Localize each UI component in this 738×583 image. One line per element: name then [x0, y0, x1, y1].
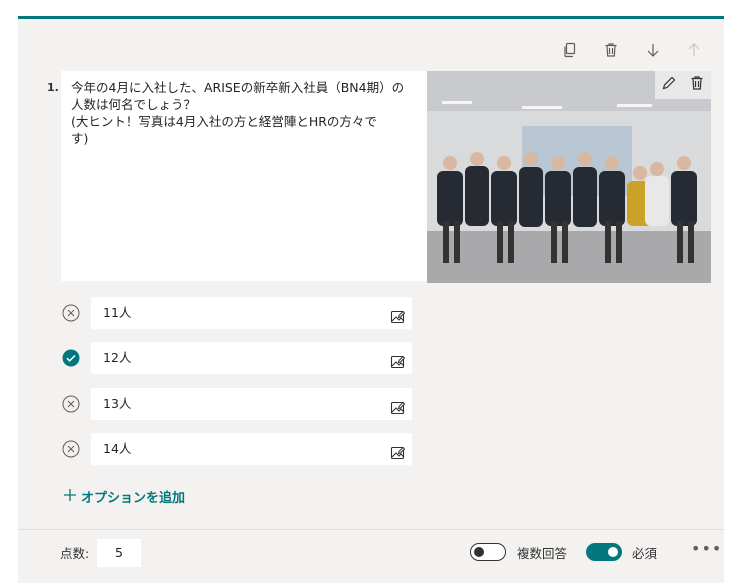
- required-label: 必須: [632, 546, 658, 561]
- check-icon[interactable]: [62, 349, 80, 367]
- edit-icon[interactable]: [661, 75, 677, 95]
- plus-icon: [63, 488, 77, 506]
- option-row: 12人: [58, 342, 418, 374]
- question-image: [427, 71, 711, 283]
- add-option-button[interactable]: オプションを追加: [63, 487, 185, 506]
- option-label: 11人: [103, 305, 132, 320]
- required-toggle[interactable]: [586, 543, 622, 561]
- toggle-knob: [608, 547, 618, 557]
- copy-icon[interactable]: [559, 39, 581, 61]
- remove-icon[interactable]: [62, 395, 80, 413]
- option-label: 12人: [103, 350, 132, 365]
- option-row: 13人: [58, 388, 418, 420]
- delete-icon[interactable]: [600, 39, 622, 61]
- question-text-field[interactable]: 今年の4月に入社した、ARISEの新卒新入社員（BN4期）の 人数は何名でしょう…: [61, 71, 427, 281]
- image-tools: [655, 71, 711, 99]
- image-icon[interactable]: [390, 350, 406, 369]
- option-field[interactable]: 14人: [91, 433, 412, 465]
- more-options-icon[interactable]: •••: [691, 539, 722, 558]
- image-icon[interactable]: [390, 396, 406, 415]
- option-label: 13人: [103, 396, 132, 411]
- option-row: 11人: [58, 297, 418, 329]
- group-photo: [427, 71, 711, 283]
- remove-icon[interactable]: [62, 440, 80, 458]
- points-label: 点数:: [60, 546, 90, 561]
- image-delete-icon[interactable]: [689, 75, 705, 95]
- question-card: 1. 今年の4月に入社した、ARISEの新卒新入社員（BN4期）の 人数は何名で…: [18, 16, 724, 583]
- option-row: 14人: [58, 433, 418, 465]
- option-label: 14人: [103, 441, 132, 456]
- option-field[interactable]: 13人: [91, 388, 412, 420]
- move-down-icon[interactable]: [642, 39, 664, 61]
- move-up-icon: [683, 39, 705, 61]
- option-field[interactable]: 12人: [91, 342, 412, 374]
- multiple-answers-label: 複数回答: [517, 546, 568, 561]
- points-input[interactable]: 5: [97, 539, 141, 567]
- image-icon[interactable]: [390, 305, 406, 324]
- remove-icon[interactable]: [62, 304, 80, 322]
- question-number: 1.: [47, 81, 59, 94]
- add-option-label: オプションを追加: [81, 491, 186, 506]
- toggle-knob: [474, 547, 484, 557]
- image-icon[interactable]: [390, 441, 406, 460]
- multiple-answers-toggle[interactable]: [470, 543, 506, 561]
- footer-divider: [18, 529, 724, 530]
- option-field[interactable]: 11人: [91, 297, 412, 329]
